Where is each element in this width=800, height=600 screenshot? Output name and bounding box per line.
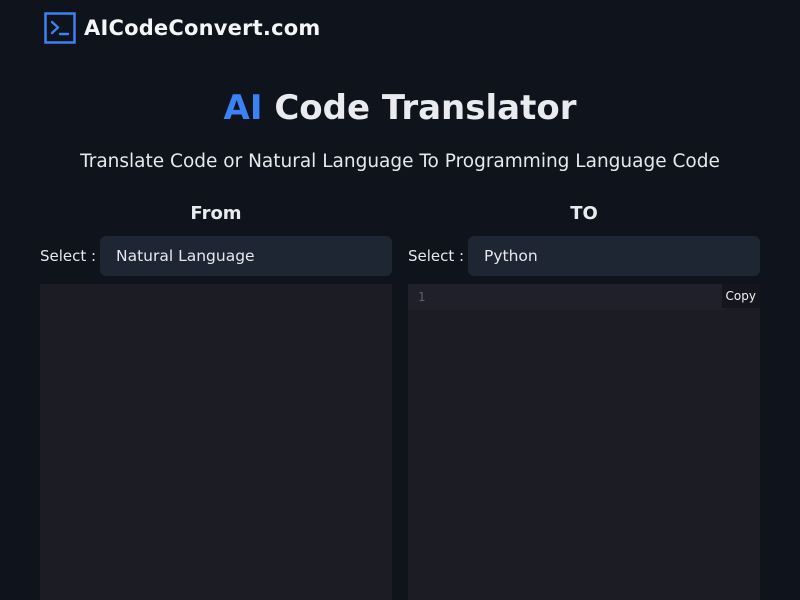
from-language-select[interactable]: Natural Language	[100, 236, 392, 276]
from-select-row: Select : Natural Language	[40, 236, 392, 276]
page: AICodeConvert.com AI Code Translator Tra…	[0, 0, 800, 600]
active-line-highlight: 1	[408, 284, 726, 310]
line-number: 1	[418, 290, 426, 304]
source-input-editor[interactable]	[40, 284, 392, 600]
to-select-label: Select :	[408, 247, 465, 265]
brand-link[interactable]: AICodeConvert.com	[44, 12, 320, 44]
output-code-editor[interactable]: 1 Copy	[408, 284, 760, 600]
terminal-icon	[44, 12, 76, 44]
brand-name: AICodeConvert.com	[84, 16, 321, 40]
page-subtitle: Translate Code or Natural Language To Pr…	[80, 151, 720, 172]
page-title: AI Code Translator	[0, 86, 800, 130]
title-rest: Code Translator	[262, 88, 577, 128]
title-accent: AI	[223, 88, 263, 128]
copy-button[interactable]: Copy	[721, 284, 760, 308]
to-language-select[interactable]: Python	[468, 236, 760, 276]
from-heading: From	[190, 203, 242, 224]
to-select-row: Select : Python	[408, 236, 760, 276]
from-select-label: Select :	[40, 247, 97, 265]
to-heading: TO	[570, 203, 598, 224]
